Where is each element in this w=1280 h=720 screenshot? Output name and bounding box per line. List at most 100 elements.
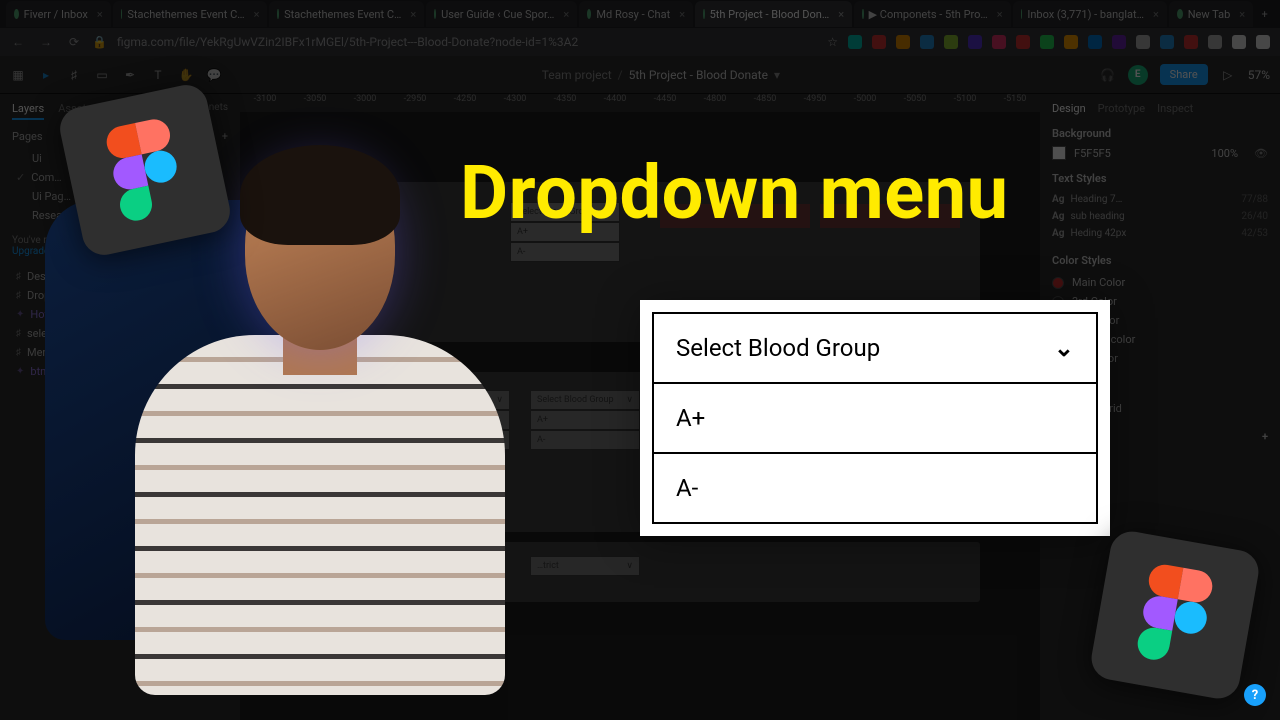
browser-tab[interactable]: Stachethemes Event C…× <box>269 1 424 27</box>
browser-tab[interactable]: 5th Project - Blood Don…× <box>695 1 852 27</box>
extension-icon[interactable] <box>896 35 910 49</box>
text-tool-icon[interactable]: T <box>150 67 166 83</box>
present-icon[interactable]: ▷ <box>1220 67 1236 83</box>
frame-icon: ♯ <box>16 347 21 358</box>
frame-tool-icon[interactable]: ♯ <box>66 67 82 83</box>
browser-tab[interactable]: New Tab× <box>1169 1 1253 27</box>
pen-tool-icon[interactable]: ✒ <box>122 67 138 83</box>
dropdown-option[interactable]: A+ <box>654 384 1096 454</box>
extension-icon[interactable] <box>1232 35 1246 49</box>
thumbnail-title: Dropdown menu <box>460 150 1009 237</box>
browser-tab-strip: Fiverr / Inbox×Stachethemes Event C…×Sta… <box>0 0 1280 28</box>
extension-icon[interactable] <box>1136 35 1150 49</box>
extension-icon[interactable] <box>1088 35 1102 49</box>
close-icon[interactable]: × <box>97 8 103 21</box>
add-export-button[interactable]: + <box>1262 430 1268 443</box>
close-icon[interactable]: × <box>254 8 260 21</box>
extension-icon[interactable] <box>992 35 1006 49</box>
extensions-tray <box>848 35 1270 49</box>
section-background: Background <box>1052 127 1268 140</box>
text-style-item[interactable]: Agsub heading26/40 <box>1052 208 1268 225</box>
avatar[interactable]: E <box>1128 65 1148 85</box>
close-icon[interactable]: × <box>563 8 569 21</box>
help-button[interactable]: ? <box>1244 684 1266 706</box>
mini-dropdown-item[interactable]: A+ <box>530 410 640 430</box>
close-icon[interactable]: × <box>1153 8 1159 21</box>
file-name[interactable]: 5th Project - Blood Donate <box>629 68 768 82</box>
section-text-styles: Text Styles <box>1052 172 1268 185</box>
browser-tab[interactable]: Fiverr / Inbox× <box>6 1 111 27</box>
component-icon: ✦ <box>16 366 24 377</box>
extension-icon[interactable] <box>1208 35 1222 49</box>
comment-tool-icon[interactable]: 💬 <box>206 67 222 83</box>
pages-label: Pages <box>12 130 43 143</box>
extension-icon[interactable] <box>848 35 862 49</box>
browser-tab[interactable]: Inbox (3,771) - banglat…× <box>1013 1 1167 27</box>
mini-dropdown-district[interactable]: …trict∨ <box>530 556 640 576</box>
new-tab-button[interactable]: + <box>1255 4 1274 24</box>
figma-logo-badge <box>56 81 234 259</box>
browser-tab[interactable]: Md Rosy - Chat× <box>579 1 693 27</box>
close-icon[interactable]: × <box>838 8 844 21</box>
mini-dropdown-header[interactable]: Select Blood Group∨ <box>530 390 640 410</box>
extension-icon[interactable] <box>872 35 886 49</box>
tab-layers[interactable]: Layers <box>12 102 44 120</box>
ruler: -3100-3050-3000-2950-4250-4300-4350-4400… <box>240 94 1040 112</box>
dropdown-option-label: A- <box>676 474 698 502</box>
extension-icon[interactable] <box>1040 35 1054 49</box>
browser-tab[interactable]: Stachethemes Event C…× <box>113 1 268 27</box>
close-icon[interactable]: × <box>679 8 685 21</box>
team-name[interactable]: Team project <box>542 68 612 82</box>
share-button[interactable]: Share <box>1160 64 1208 85</box>
hand-tool-icon[interactable]: ✋ <box>178 67 194 83</box>
extension-icon[interactable] <box>1256 35 1270 49</box>
headphones-icon[interactable]: 🎧 <box>1100 67 1116 83</box>
mini-dropdown-item[interactable]: A- <box>510 242 620 262</box>
extension-icon[interactable] <box>1160 35 1174 49</box>
frame-icon: ♯ <box>16 328 21 339</box>
extension-icon[interactable] <box>1112 35 1126 49</box>
extension-icon[interactable] <box>968 35 982 49</box>
dropdown-header-label: Select Blood Group <box>676 334 880 362</box>
move-tool-icon[interactable]: ▸ <box>38 67 54 83</box>
lock-icon: 🔒 <box>92 35 107 49</box>
browser-address-bar: ← → ⟳ 🔒 figma.com/file/YekRgUwVZin2IBFx1… <box>0 28 1280 56</box>
zoom-level[interactable]: 57% <box>1248 68 1270 82</box>
bg-opacity[interactable]: 100% <box>1211 147 1238 160</box>
chevron-down-icon[interactable]: ▾ <box>774 68 780 82</box>
dropdown-option-label: A+ <box>676 404 705 432</box>
text-style-item[interactable]: AgHeding 42px42/53 <box>1052 225 1268 242</box>
extension-icon[interactable] <box>944 35 958 49</box>
component-icon: ✦ <box>16 309 24 320</box>
extension-icon[interactable] <box>1064 35 1078 49</box>
browser-tab[interactable]: ▶ Componets - 5th Pro…× <box>854 1 1011 27</box>
dropdown-header[interactable]: Select Blood Group ⌄ <box>654 314 1096 384</box>
color-style-item[interactable]: Main Color <box>1052 273 1268 292</box>
forward-icon[interactable]: → <box>38 34 54 50</box>
star-icon[interactable]: ☆ <box>827 35 838 49</box>
bg-hex[interactable]: F5F5F5 <box>1074 147 1111 160</box>
extension-icon[interactable] <box>1184 35 1198 49</box>
section-color-styles: Color Styles <box>1052 254 1268 267</box>
tab-prototype[interactable]: Prototype <box>1098 102 1145 115</box>
extension-icon[interactable] <box>920 35 934 49</box>
browser-tab[interactable]: User Guide ‹ Cue Spor…× <box>426 1 577 27</box>
tab-inspect[interactable]: Inspect <box>1157 102 1193 115</box>
extension-icon[interactable] <box>1016 35 1030 49</box>
mini-dropdown-item[interactable]: A- <box>530 430 640 450</box>
close-icon[interactable]: × <box>1239 8 1245 21</box>
tab-design[interactable]: Design <box>1052 102 1086 115</box>
back-icon[interactable]: ← <box>10 34 26 50</box>
dropdown-option[interactable]: A- <box>654 454 1096 522</box>
reload-icon[interactable]: ⟳ <box>66 34 82 50</box>
chevron-down-icon: ⌄ <box>1054 334 1074 362</box>
close-icon[interactable]: × <box>410 8 416 21</box>
text-style-item[interactable]: AgHeading 7…77/88 <box>1052 191 1268 208</box>
url-text[interactable]: figma.com/file/YekRgUwVZin2IBFx1rMGEl/5t… <box>117 35 578 49</box>
eye-icon[interactable]: 👁 <box>1254 147 1268 160</box>
rect-tool-icon[interactable]: ▭ <box>94 67 110 83</box>
figma-menu-icon[interactable]: ▦ <box>10 67 26 83</box>
bg-swatch[interactable] <box>1052 146 1066 160</box>
close-icon[interactable]: × <box>997 8 1003 21</box>
frame-icon: ♯ <box>16 271 21 282</box>
